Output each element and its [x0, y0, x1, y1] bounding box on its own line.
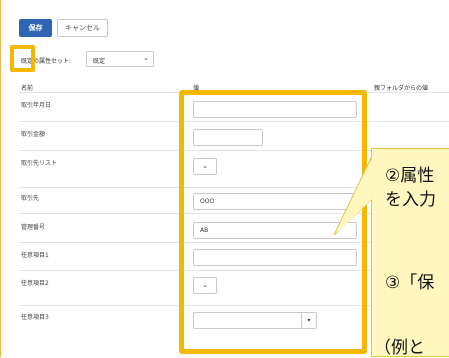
attribute-set-select[interactable]: 既定 ⌄	[86, 51, 154, 67]
row-label-transaction-date: 取引年月日	[21, 102, 52, 109]
attribute-panel: 保存 キャンセル 既定の属性セット: 既定 ⌄ 名前 値 親フォルダからの値 取…	[0, 0, 449, 358]
save-button[interactable]: 保存	[19, 19, 52, 37]
callout-line-4: （例と	[374, 338, 425, 358]
attribute-set-value: 既定	[93, 58, 106, 65]
row-label-client-list: 取引先リスト	[21, 160, 58, 167]
row-label-management-number: 管理番号	[21, 224, 46, 231]
column-header-name: 名前	[21, 85, 34, 92]
cancel-button[interactable]: キャンセル	[57, 19, 108, 37]
row-label-transaction-amount: 取引金額	[21, 131, 46, 138]
row-label-client: 取引先	[21, 195, 40, 202]
value-column-highlight	[179, 90, 367, 354]
callout-line-1: ②属性	[385, 166, 435, 186]
callout-line-2: を入力	[385, 190, 436, 210]
chevron-down-icon: ⌄	[143, 54, 149, 62]
callout-line-3: ③「保	[385, 273, 435, 293]
row-label-custom-field-1: 任意項目1	[21, 252, 49, 259]
row-label-custom-field-2: 任意項目2	[21, 280, 49, 287]
row-label-custom-field-3: 任意項目3	[21, 314, 49, 321]
column-header-parent-value: 親フォルダからの値	[374, 85, 429, 92]
attribute-set-highlight	[10, 45, 35, 72]
